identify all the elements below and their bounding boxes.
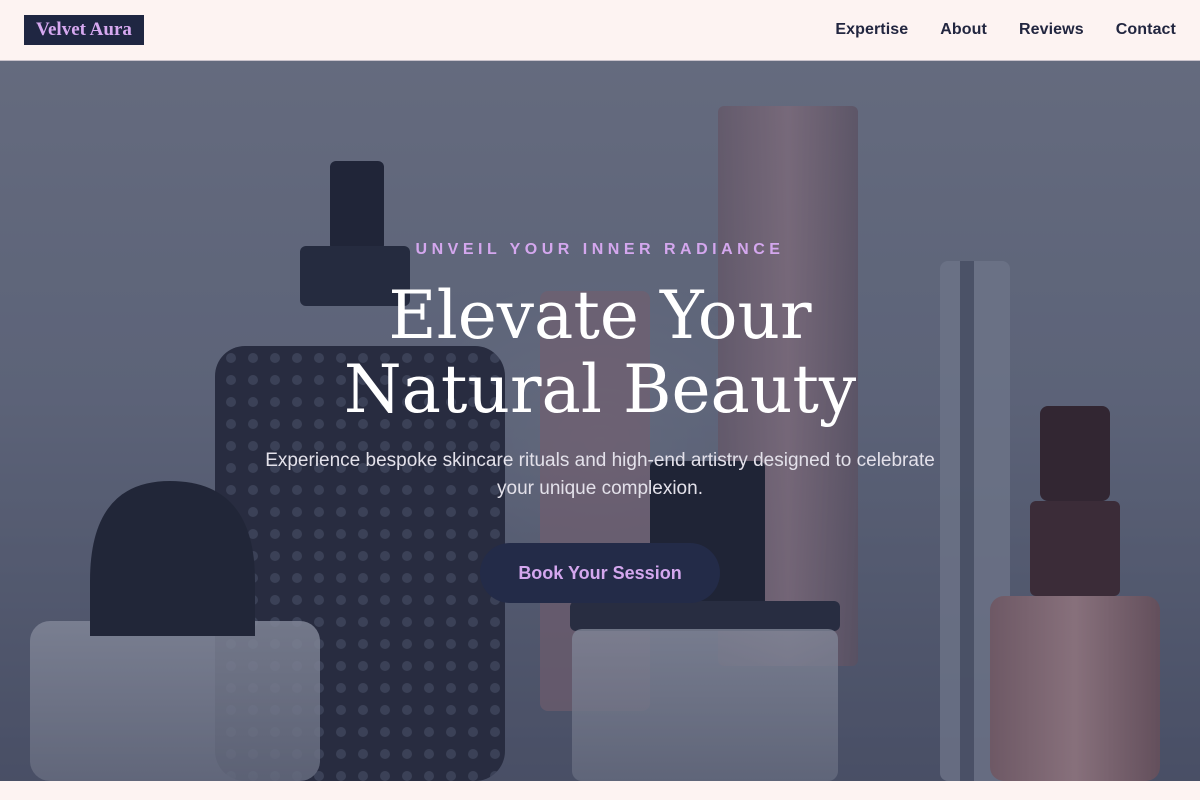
main-nav: Expertise About Reviews Contact <box>835 0 1176 60</box>
next-section-edge <box>0 781 1200 800</box>
brand-logo[interactable]: Velvet Aura <box>24 15 144 45</box>
nav-link-about[interactable]: About <box>940 21 987 39</box>
book-session-button[interactable]: Book Your Session <box>480 543 720 603</box>
hero-content: UNVEIL YOUR INNER RADIANCE Elevate Your … <box>0 61 1200 781</box>
hero-headline: Elevate Your Natural Beauty <box>343 277 857 428</box>
landing-page: Velvet Aura Expertise About Reviews Cont… <box>0 0 1200 800</box>
hero-subtext: Experience bespoke skincare rituals and … <box>265 450 935 499</box>
nav-link-expertise[interactable]: Expertise <box>835 21 908 39</box>
nav-link-reviews[interactable]: Reviews <box>1019 21 1084 39</box>
nav-link-contact[interactable]: Contact <box>1116 21 1176 39</box>
site-header: Velvet Aura Expertise About Reviews Cont… <box>0 0 1200 61</box>
hero-section: UNVEIL YOUR INNER RADIANCE Elevate Your … <box>0 61 1200 781</box>
hero-eyebrow: UNVEIL YOUR INNER RADIANCE <box>415 241 785 258</box>
